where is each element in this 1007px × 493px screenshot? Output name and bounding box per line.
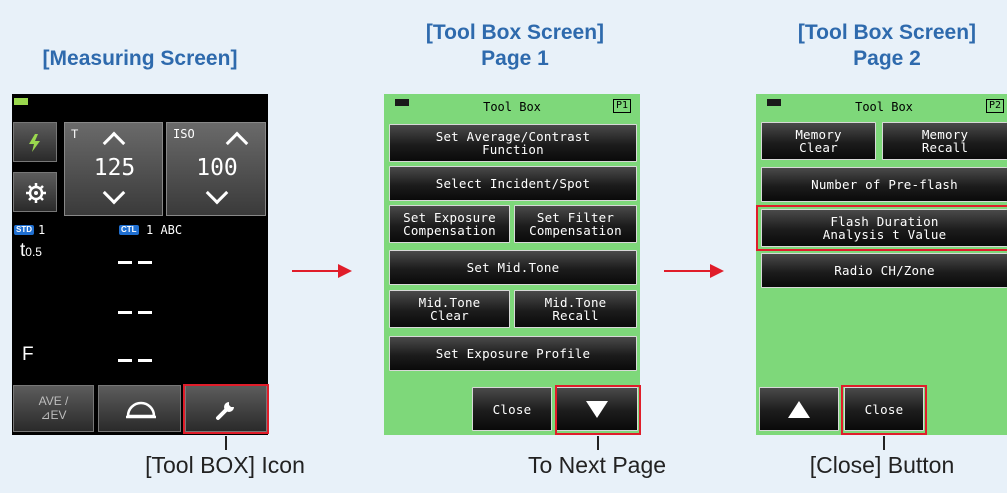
shutter-value: 125	[93, 155, 136, 181]
set-exposure-compensation-button[interactable]: Set Exposure Compensation	[389, 205, 510, 243]
shutter-down-button[interactable]	[102, 181, 126, 205]
shutter-label: T	[71, 127, 79, 141]
dome-icon	[126, 401, 156, 419]
memory-recall-button[interactable]: Memory Recall	[882, 122, 1007, 160]
iso-down-button[interactable]	[205, 181, 229, 205]
flash-duration-highlight	[756, 205, 1007, 251]
toolbox-title: Tool Box	[483, 100, 541, 114]
t-subscript: 0.5	[25, 245, 42, 259]
t-readout-label: t0.5	[20, 240, 42, 262]
toolbox-page1-heading-line2: Page 1	[481, 47, 549, 70]
ave-label-line2: ⊿EV	[40, 408, 67, 422]
next-page-highlight	[555, 385, 641, 435]
std-tag: STD	[14, 225, 34, 235]
toolbox-icon-caption: [Tool BOX] Icon	[145, 452, 305, 478]
ctl-value: 1 ABC	[146, 223, 183, 237]
arrow-1-line	[292, 270, 340, 272]
close-button-caption: [Close] Button	[809, 452, 955, 478]
previous-page-button[interactable]	[759, 387, 839, 431]
gear-icon	[26, 183, 46, 203]
mid-tone-clear-button[interactable]: Mid.Tone Clear	[389, 290, 510, 328]
f-label: F	[22, 344, 34, 365]
mid-tone-recall-button[interactable]: Mid.Tone Recall	[514, 290, 637, 328]
toolbox-page2-heading-line1: [Tool Box Screen]	[797, 21, 977, 44]
std-value: 1	[38, 223, 46, 237]
shutter-up-button[interactable]	[102, 131, 126, 155]
set-filter-compensation-button[interactable]: Set Filter Compensation	[514, 205, 637, 243]
arrow-2-line	[664, 270, 712, 272]
memory-clear-button[interactable]: Memory Clear	[761, 122, 876, 160]
flash-icon	[29, 134, 40, 152]
t-value-dashes	[118, 261, 158, 265]
close-button-leader	[883, 436, 885, 450]
iso-value: 100	[196, 155, 238, 181]
toolbox-page2-heading: [Tool Box Screen] Page 2	[752, 20, 1007, 72]
toolbox-page1-screen: Tool Box P1 Set Average/Contrast Functio…	[384, 94, 640, 435]
set-exposure-profile-button[interactable]: Set Exposure Profile	[389, 336, 637, 371]
settings-button[interactable]	[13, 172, 57, 212]
toolbox-page2-heading-line2: Page 2	[853, 47, 921, 70]
measuring-screen-heading: [Measuring Screen]	[42, 47, 238, 70]
close-button-highlight	[841, 385, 927, 435]
toolbox-page1-heading: [Tool Box Screen] Page 1	[380, 20, 650, 72]
set-mid-tone-button[interactable]: Set Mid.Tone	[389, 250, 637, 285]
close-button[interactable]: Close	[472, 387, 552, 431]
battery-icon	[14, 98, 28, 105]
middle-value-dashes	[118, 311, 158, 315]
toolbox-icon-highlight	[183, 384, 269, 434]
receptor-button[interactable]	[98, 385, 181, 432]
radio-ch-zone-button[interactable]: Radio CH/Zone	[761, 253, 1007, 288]
shutter-speed-panel: T 125	[64, 122, 163, 216]
ctl-tag: CTL	[119, 225, 139, 235]
select-incident-spot-button[interactable]: Select Incident/Spot	[389, 166, 637, 201]
toolbox-page1-heading-line1: [Tool Box Screen]	[425, 21, 605, 44]
toolbox-icon-leader	[225, 436, 227, 450]
iso-label: ISO	[173, 127, 195, 141]
iso-up-button[interactable]	[225, 131, 249, 155]
flash-mode-button[interactable]	[13, 122, 57, 162]
set-average-contrast-button[interactable]: Set Average/Contrast Function	[389, 124, 637, 162]
toolbox-page2-screen: Tool Box P2 Memory Clear Memory Recall N…	[756, 94, 1007, 435]
next-page-leader	[597, 436, 599, 450]
iso-panel: ISO 100	[166, 122, 266, 216]
ave-label-line1: AVE /	[38, 394, 69, 408]
next-page-caption: To Next Page	[527, 452, 667, 478]
page-badge: P1	[613, 99, 632, 113]
ave-ev-button[interactable]: AVE / ⊿EV	[13, 385, 94, 432]
page-badge: P2	[986, 99, 1005, 113]
arrow-2-head	[710, 264, 724, 278]
toolbox-title: Tool Box	[855, 100, 913, 114]
arrow-1-head	[338, 264, 352, 278]
f-value-dashes	[118, 359, 158, 363]
number-of-pre-flash-button[interactable]: Number of Pre-flash	[761, 167, 1007, 202]
triangle-up-icon	[788, 400, 810, 418]
